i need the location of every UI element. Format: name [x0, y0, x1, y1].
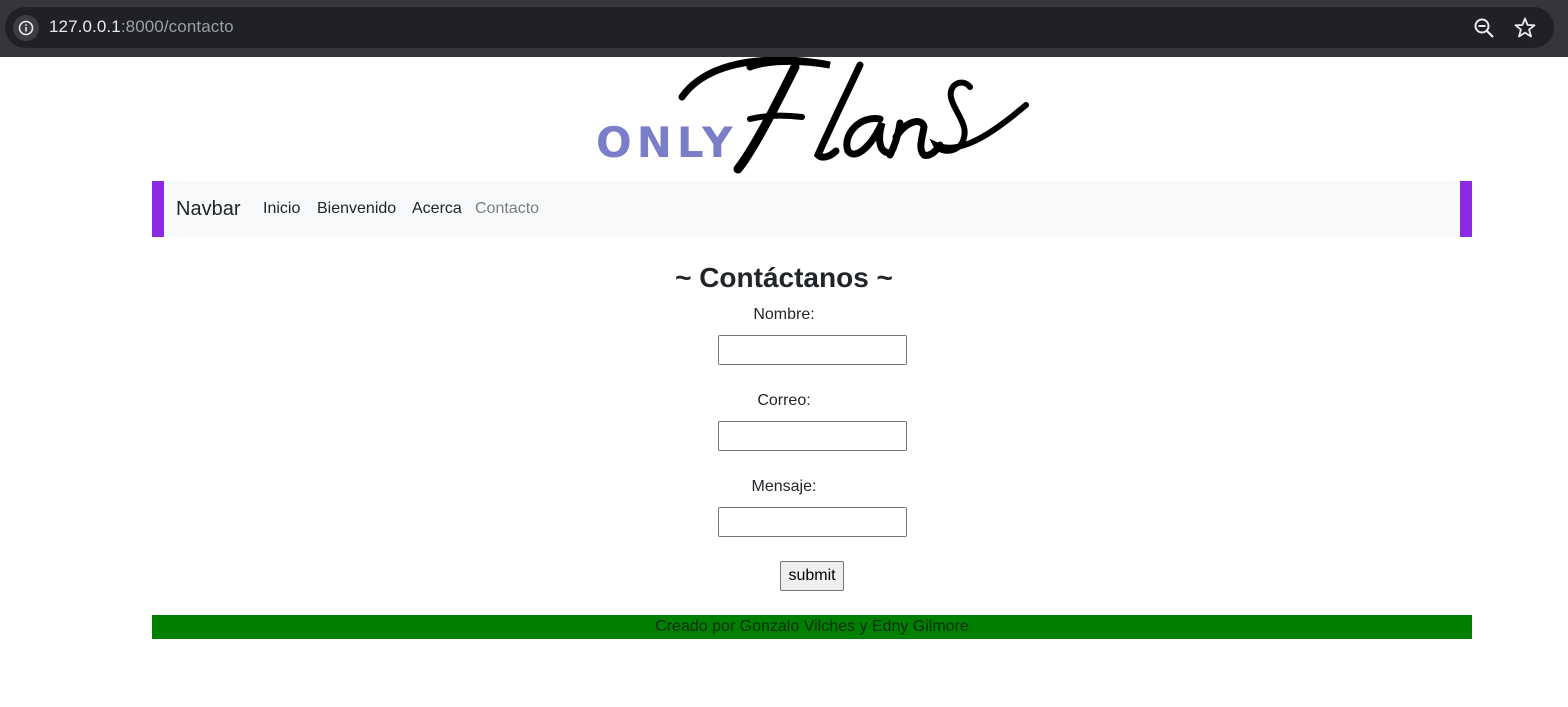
info-icon[interactable]: [13, 15, 39, 41]
mensaje-input[interactable]: [718, 507, 907, 537]
url-host: 127.0.0.1: [49, 17, 121, 36]
url-text[interactable]: 127.0.0.1:8000/contacto: [49, 17, 234, 37]
nav-link-bienvenido[interactable]: Bienvenido: [317, 200, 396, 218]
address-bar[interactable]: 127.0.0.1:8000/contacto: [5, 7, 1554, 48]
only-flans-logo: ONLY: [590, 56, 1030, 177]
nav-link-inicio[interactable]: Inicio: [263, 200, 300, 218]
url-path: :8000/contacto: [120, 17, 234, 36]
nav-link-acerca[interactable]: Acerca: [412, 200, 462, 218]
nombre-input[interactable]: [718, 335, 907, 365]
browser-toolbar: 127.0.0.1:8000/contacto: [0, 0, 1568, 57]
submit-button[interactable]: submit: [780, 561, 844, 591]
navbar-brand[interactable]: Navbar: [176, 198, 240, 221]
svg-text:ONLY: ONLY: [596, 118, 738, 167]
nav-link-contacto[interactable]: Contacto: [475, 200, 539, 218]
bookmark-star-icon[interactable]: [1513, 16, 1537, 40]
mensaje-label: Mensaje:: [751, 478, 817, 495]
page-title: ~ Contáctanos ~: [675, 262, 893, 293]
correo-label: Correo:: [757, 392, 811, 409]
navbar: Navbar Inicio Bienvenido Acerca Contacto: [152, 181, 1472, 237]
footer: Creado por Gonzalo Vilches y Edny Gilmor…: [152, 615, 1472, 639]
nombre-label: Nombre:: [753, 306, 815, 323]
zoom-out-icon[interactable]: [1473, 17, 1495, 39]
correo-input[interactable]: [718, 421, 907, 451]
